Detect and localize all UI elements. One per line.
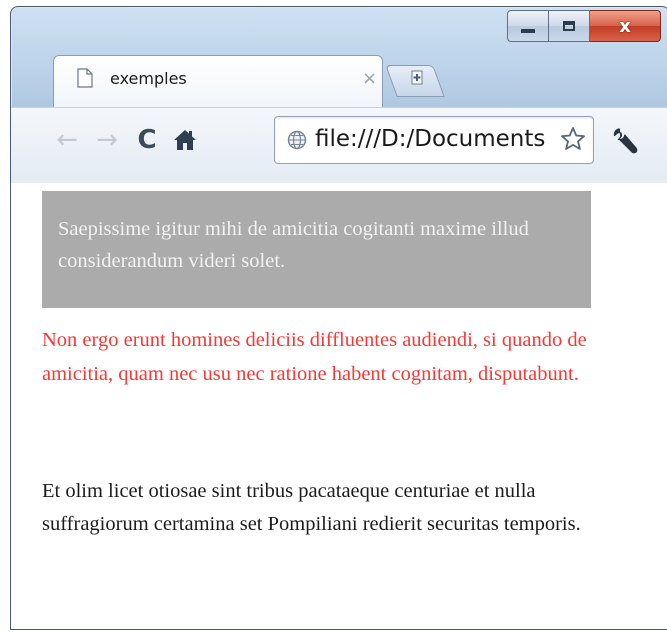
grey-paragraph: Saepissime igitur mihi de amicitia cogit… (58, 218, 529, 272)
window-controls: x (507, 10, 661, 42)
tab-exemples[interactable]: exemples × (53, 55, 383, 108)
browser-window: x exemples × ← → C file:///D:/Documents … (10, 6, 667, 630)
forward-arrow-icon: → (96, 125, 118, 155)
address-bar[interactable]: file:///D:/Documents (274, 116, 594, 164)
tab-title: exemples (110, 69, 187, 88)
page-content: Saepissime igitur mihi de amicitia cogit… (11, 183, 667, 629)
home-icon (174, 130, 196, 150)
forward-button[interactable]: → (89, 122, 125, 158)
settings-wrench-button[interactable] (611, 126, 641, 156)
red-paragraph: Non ergo erunt homines deliciis diffluen… (42, 329, 587, 385)
maximize-button[interactable] (548, 10, 590, 42)
url-text: file:///D:/Documents (315, 126, 546, 152)
minimize-button[interactable] (507, 10, 548, 42)
wrench-icon (613, 128, 638, 154)
reload-button[interactable]: C (129, 122, 165, 158)
new-tab-icon (411, 70, 423, 85)
home-button[interactable] (167, 122, 203, 158)
page-icon (77, 68, 93, 88)
reload-icon: C (137, 125, 157, 155)
maximize-icon (563, 21, 575, 31)
grey-highlight-box: Saepissime igitur mihi de amicitia cogit… (42, 191, 591, 308)
close-icon: x (619, 15, 631, 37)
back-button[interactable]: ← (49, 122, 85, 158)
globe-icon (287, 130, 307, 150)
close-window-button[interactable]: x (590, 10, 661, 42)
toolbar: ← → C file:///D:/Documents (11, 107, 667, 184)
star-icon (561, 127, 585, 150)
tab-close-icon[interactable]: × (362, 68, 377, 89)
minimize-icon (521, 29, 535, 33)
bookmark-star-button[interactable] (559, 125, 587, 153)
back-arrow-icon: ← (56, 125, 78, 155)
black-paragraph: Et olim licet otiosae sint tribus pacata… (42, 480, 581, 535)
